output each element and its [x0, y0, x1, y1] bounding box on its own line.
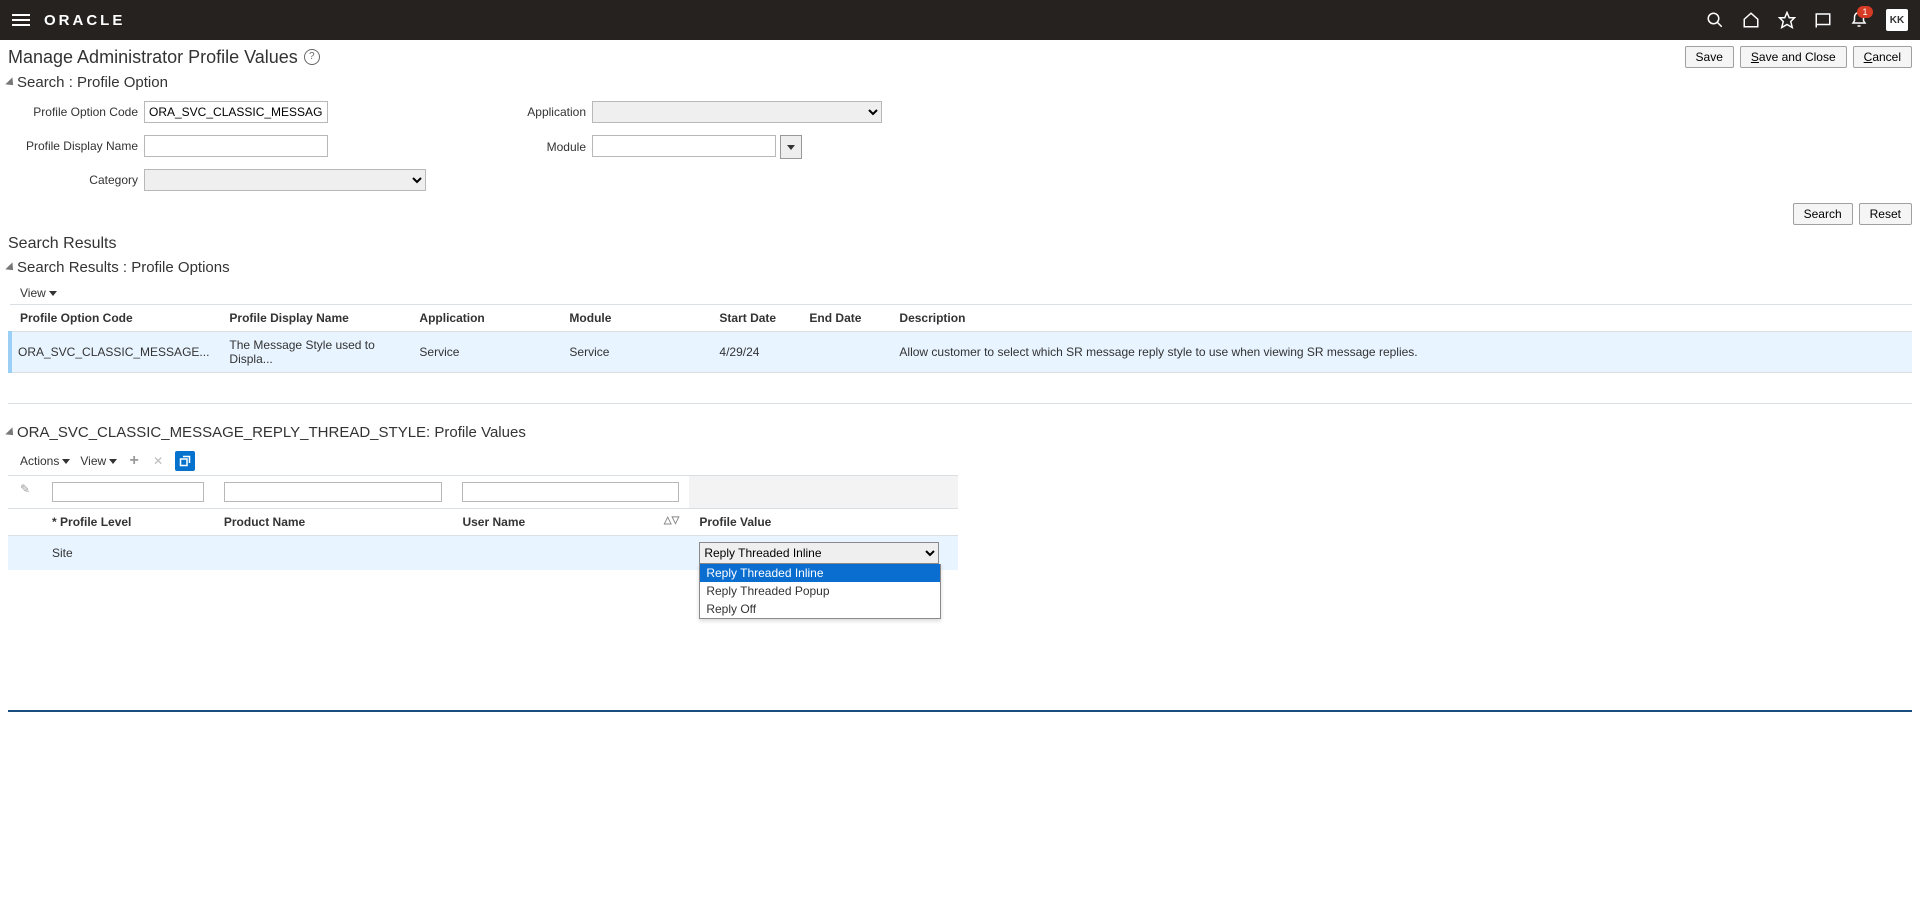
profile-value-dropdown: Reply Threaded Inline Reply Threaded Pop… — [699, 564, 941, 619]
cell-level: Site — [42, 536, 214, 571]
search-button[interactable]: Search — [1793, 203, 1853, 225]
col-start[interactable]: Start Date — [709, 305, 799, 332]
view-menu-2[interactable]: View — [80, 454, 117, 468]
dropdown-option[interactable]: Reply Threaded Inline — [700, 564, 940, 582]
chevron-down-icon — [109, 459, 117, 464]
module-lov-button[interactable] — [780, 135, 802, 159]
profile-option-code-label: Profile Option Code — [8, 105, 138, 119]
add-row-button[interactable] — [127, 454, 141, 468]
profile-option-code-input[interactable] — [144, 101, 328, 123]
profile-options-subheader[interactable]: Search Results : Profile Options — [8, 259, 1912, 276]
chevron-down-icon — [62, 459, 70, 464]
cell-display: The Message Style used to Displa... — [219, 332, 409, 373]
notification-count-badge: 1 — [1857, 6, 1873, 18]
category-label: Category — [8, 173, 138, 187]
col-product-name[interactable]: Product Name — [214, 509, 453, 536]
col-end[interactable]: End Date — [799, 305, 889, 332]
detach-button[interactable] — [175, 451, 195, 471]
user-avatar[interactable]: KK — [1886, 9, 1908, 31]
cell-code: ORA_SVC_CLASSIC_MESSAGE... — [10, 332, 219, 373]
brand-logo: ORACLE — [44, 12, 125, 29]
home-icon[interactable] — [1742, 11, 1760, 29]
col-user-name[interactable]: User Name △▽ — [452, 509, 689, 536]
module-label: Module — [506, 140, 586, 154]
delete-row-button[interactable] — [151, 454, 165, 468]
chevron-down-icon — [49, 291, 57, 296]
reset-button[interactable]: Reset — [1859, 203, 1912, 225]
application-select[interactable] — [592, 101, 882, 123]
cell-end — [799, 332, 889, 373]
global-header: ORACLE 1 KK — [0, 0, 1920, 40]
edit-icon[interactable]: ✎ — [8, 476, 42, 502]
profile-options-table: Profile Option Code Profile Display Name… — [8, 304, 1912, 373]
cell-application: Service — [409, 332, 559, 373]
profile-display-name-input[interactable] — [144, 135, 328, 157]
profile-value-select[interactable]: Reply Threaded Inline — [699, 542, 939, 564]
col-module[interactable]: Module — [559, 305, 709, 332]
search-section-header[interactable]: Search : Profile Option — [8, 74, 1912, 91]
col-application[interactable]: Application — [409, 305, 559, 332]
col-display[interactable]: Profile Display Name — [219, 305, 409, 332]
filter-user-input[interactable] — [462, 482, 679, 502]
search-form: Profile Option Code Profile Display Name… — [8, 97, 1912, 199]
module-input[interactable] — [592, 135, 776, 157]
page-title: Manage Administrator Profile Values ? — [8, 47, 320, 68]
col-profile-level[interactable]: Profile Level — [42, 509, 214, 536]
cell-start: 4/29/24 — [709, 332, 799, 373]
footer-rule — [8, 710, 1912, 712]
star-icon[interactable] — [1778, 11, 1796, 29]
flag-icon[interactable] — [1814, 11, 1832, 29]
chevron-down-icon — [787, 145, 795, 150]
table-row[interactable]: Site Reply Threaded Inline Reply Threade… — [8, 536, 958, 571]
sort-icons[interactable]: △▽ — [664, 515, 679, 526]
col-desc[interactable]: Description — [889, 305, 1912, 332]
search-results-heading: Search Results — [8, 235, 1912, 253]
dropdown-option[interactable]: Reply Threaded Popup — [700, 582, 940, 600]
actions-menu[interactable]: Actions — [20, 454, 70, 468]
cancel-button[interactable]: Cancel — [1853, 46, 1912, 68]
category-select[interactable] — [144, 169, 426, 191]
bell-icon[interactable]: 1 — [1850, 11, 1868, 29]
cell-module: Service — [559, 332, 709, 373]
col-code[interactable]: Profile Option Code — [10, 305, 219, 332]
dropdown-option[interactable]: Reply Off — [700, 600, 940, 618]
cell-user — [452, 536, 689, 571]
disclosure-icon — [5, 77, 16, 88]
col-profile-value[interactable]: Profile Value — [689, 509, 958, 536]
profile-display-name-label: Profile Display Name — [8, 139, 138, 153]
search-icon[interactable] — [1706, 11, 1724, 29]
help-icon[interactable]: ? — [304, 49, 320, 65]
application-label: Application — [506, 105, 586, 119]
disclosure-icon — [5, 427, 16, 438]
filter-product-input[interactable] — [224, 482, 443, 502]
cell-product — [214, 536, 453, 571]
cell-desc: Allow customer to select which SR messag… — [889, 332, 1912, 373]
table-row[interactable]: ORA_SVC_CLASSIC_MESSAGE... The Message S… — [10, 332, 1912, 373]
save-button[interactable]: Save — [1685, 46, 1734, 68]
save-and-close-button[interactable]: Save and Close — [1740, 46, 1847, 68]
filter-level-input[interactable] — [52, 482, 204, 502]
view-menu[interactable]: View — [20, 286, 57, 300]
disclosure-icon — [5, 262, 16, 273]
profile-values-table: ✎ Profile Level Product Name User Name △… — [8, 475, 958, 570]
profile-values-header[interactable]: ORA_SVC_CLASSIC_MESSAGE_REPLY_THREAD_STY… — [8, 424, 1912, 441]
nav-menu-button[interactable] — [12, 14, 30, 26]
